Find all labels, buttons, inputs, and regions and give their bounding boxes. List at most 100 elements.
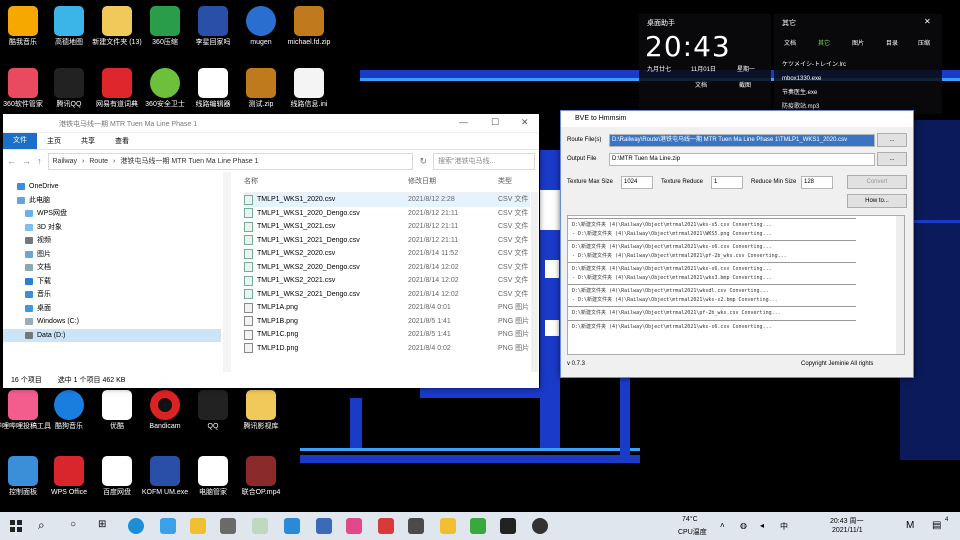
files-tab-images[interactable]: 图片 <box>852 38 864 47</box>
address-bar[interactable]: Railway › Route › 港铁屯马线一期 MTR Tuen Ma Line… <box>47 152 414 170</box>
tab-view[interactable]: 查看 <box>105 136 139 146</box>
nav-item-this-pc[interactable]: 此电脑 <box>3 194 221 208</box>
widget-tab[interactable]: 桌面助手 <box>647 18 675 28</box>
taskbar-date[interactable]: 2021/11/1 <box>832 527 863 534</box>
app-icon[interactable] <box>408 518 424 534</box>
file-explorer-window: 港铁屯马线一期 MTR Tuen Ma Line Phase 1 — ☐ ✕ 文… <box>3 114 539 388</box>
nav-item-music[interactable]: 音乐 <box>3 288 221 302</box>
list-item[interactable]: 节奏医生.exe <box>782 86 846 100</box>
desktop-icon-michael-zip[interactable]: michael.fd.zip <box>280 6 338 47</box>
desktop-icon-tencent-video[interactable]: 腾讯影视库 <box>232 390 290 431</box>
desktop-icon-op-mp4[interactable]: 联合OP.mp4 <box>232 456 290 497</box>
table-row[interactable]: TMLP1_WKS1_2020_Dengo.csv 2021/8/12 21:11… <box>244 207 530 221</box>
table-row[interactable]: TMLP1_WKS1_2021.csv 2021/8/12 21:11 CSV 文件 <box>244 220 530 234</box>
app-icon[interactable] <box>316 518 332 534</box>
nav-item-wps[interactable]: WPS网盘 <box>3 207 221 221</box>
nav-item-documents[interactable]: 文档 <box>3 261 221 275</box>
nav-item-d-drive[interactable]: Data (D:) <box>3 328 221 342</box>
nav-item-onedrive[interactable]: OneDrive <box>3 180 221 194</box>
nav-item-3d[interactable]: 3D 对象 <box>3 221 221 235</box>
tab-share[interactable]: 共享 <box>71 136 105 146</box>
terminal-icon[interactable] <box>500 518 516 534</box>
nav-item-pictures[interactable]: 图片 <box>3 248 221 262</box>
how-to-button[interactable]: How to... <box>847 194 907 208</box>
table-row[interactable]: TMLP1_WKS2_2021_Dengo.csv 2021/8/14 12:02… <box>244 288 530 302</box>
column-date[interactable]: 修改日期 <box>408 172 498 192</box>
close-icon[interactable]: ✕ <box>521 117 529 128</box>
list-item[interactable]: mbox1330.exe <box>782 72 846 86</box>
column-type[interactable]: 类型 <box>498 172 530 192</box>
files-tab-dirs[interactable]: 目录 <box>886 38 898 47</box>
texture-reduce-input[interactable]: 1 <box>711 176 743 189</box>
tab-home[interactable]: 主页 <box>37 136 71 146</box>
video-icon[interactable] <box>346 518 362 534</box>
nav-item-desktop[interactable]: 桌面 <box>3 302 221 316</box>
refresh-icon[interactable]: ↻ <box>419 156 427 167</box>
file-list-scrollbar[interactable] <box>531 192 538 372</box>
pen-icon[interactable] <box>252 518 268 534</box>
chevron-up-icon[interactable]: ˄ <box>720 521 725 530</box>
log-scrollbar[interactable] <box>896 216 904 354</box>
table-row[interactable]: TMLP1B.png 2021/8/5 1:41 PNG 图片 <box>244 315 530 329</box>
list-item[interactable]: ケツメイシ-トレイン.lrc <box>782 58 846 72</box>
app-icon[interactable] <box>470 518 486 534</box>
back-icon[interactable]: ← <box>7 156 16 166</box>
table-row[interactable]: TMLP1D.png 2021/8/4 0:02 PNG 图片 <box>244 342 530 356</box>
app-icon[interactable] <box>532 518 548 534</box>
files-tab-zip[interactable]: 压缩 <box>918 38 930 47</box>
volume-icon[interactable]: ◂ <box>760 521 764 530</box>
breadcrumb[interactable]: 港铁屯马线一期 MTR Tuen Ma Line Phase 1 <box>120 156 258 166</box>
notification-icon[interactable]: ▤ <box>932 520 941 531</box>
breadcrumb[interactable]: Route <box>89 158 108 165</box>
output-browse-button[interactable]: ... <box>877 152 907 166</box>
task-view-icon[interactable]: ⊞ <box>98 519 106 530</box>
folder-icon[interactable] <box>190 518 206 534</box>
table-row[interactable]: TMLP1_WKS1_2021_Dengo.csv 2021/8/12 21:11… <box>244 234 530 248</box>
nav-scrollbar[interactable] <box>223 172 231 372</box>
table-row[interactable]: TMLP1_WKS1_2020.csv 2021/8/12 2:28 CSV 文件 <box>244 193 530 207</box>
calculator-icon[interactable] <box>220 518 236 534</box>
cortana-icon[interactable]: ○ <box>70 519 76 530</box>
search-input[interactable]: 搜索"港铁屯马线... <box>433 152 535 170</box>
folder-icon[interactable] <box>440 518 456 534</box>
route-browse-button[interactable]: ... <box>877 133 907 147</box>
table-row[interactable]: TMLP1_WKS2_2020.csv 2021/8/14 11:52 CSV 文件 <box>244 247 530 261</box>
tab-file[interactable]: 文件 <box>3 133 37 149</box>
route-file-input[interactable]: D:\Railway\Route\港铁屯马线一期 MTR Tuen Ma Lin… <box>609 134 875 147</box>
widget-screenshot[interactable]: 截图 <box>739 80 751 89</box>
mail-icon[interactable] <box>160 518 176 534</box>
table-row[interactable]: TMLP1A.png 2021/8/4 0:01 PNG 图片 <box>244 301 530 315</box>
table-row[interactable]: TMLP1C.png 2021/8/5 1:41 PNG 图片 <box>244 328 530 342</box>
table-row[interactable]: TMLP1_WKS2_2021.csv 2021/8/14 12:02 CSV 文件 <box>244 274 530 288</box>
maximize-icon[interactable]: ☐ <box>491 117 499 128</box>
taskbar-time[interactable]: 20:43 周一 <box>830 516 863 526</box>
browser-icon[interactable] <box>284 518 300 534</box>
start-icon[interactable] <box>10 520 22 532</box>
bve-titlebar[interactable]: BVE to Hmmsim <box>561 111 913 127</box>
up-icon[interactable]: ↑ <box>37 156 42 166</box>
texture-max-input[interactable]: 1024 <box>621 176 653 189</box>
search-icon[interactable]: ⌕ <box>38 518 45 533</box>
files-tab-other[interactable]: 其它 <box>818 38 830 47</box>
nav-item-downloads[interactable]: 下载 <box>3 275 221 289</box>
convert-button[interactable]: Convert <box>847 175 907 189</box>
column-name[interactable]: 名称 <box>244 172 408 192</box>
tray-app-icon[interactable]: M <box>906 520 914 531</box>
close-icon[interactable]: ✕ <box>924 17 931 26</box>
reduce-min-input[interactable]: 128 <box>801 176 833 189</box>
table-row[interactable]: TMLP1_WKS2_2020_Dengo.csv 2021/8/14 12:02… <box>244 261 530 275</box>
desktop-icon-route-ini[interactable]: 线路信息.ini <box>280 68 338 109</box>
breadcrumb[interactable]: Railway <box>53 158 78 165</box>
nav-item-c-drive[interactable]: Windows (C:) <box>3 315 221 329</box>
edge-icon[interactable] <box>128 518 144 534</box>
output-file-input[interactable]: D:\MTR Tuen Ma Line.zip <box>609 153 875 166</box>
network-icon[interactable]: ◍ <box>740 521 747 530</box>
files-tab-docs[interactable]: 文档 <box>784 38 796 47</box>
forward-icon[interactable]: → <box>22 156 31 166</box>
explorer-titlebar[interactable]: 港铁屯马线一期 MTR Tuen Ma Line Phase 1 — ☐ ✕ <box>3 114 539 133</box>
minimize-icon[interactable]: — <box>459 117 468 127</box>
ime-icon[interactable]: 中 <box>780 521 788 532</box>
player-icon[interactable] <box>378 518 394 534</box>
widget-docs[interactable]: 文档 <box>695 80 707 89</box>
nav-item-videos[interactable]: 视频 <box>3 234 221 248</box>
